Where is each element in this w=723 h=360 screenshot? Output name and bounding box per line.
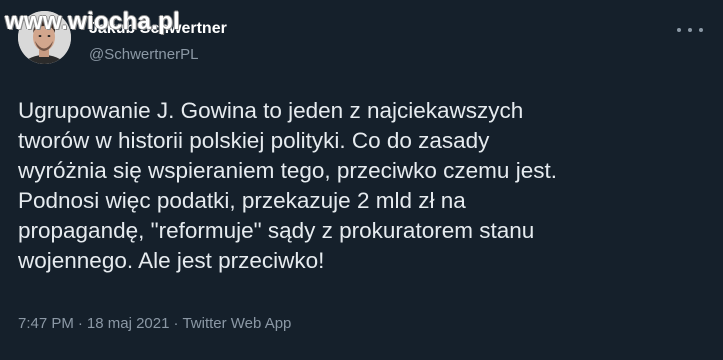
meta-separator: · — [77, 315, 83, 332]
tweet-card: www.wiocha.pl Jakub Schwertner @Schwertn… — [0, 0, 723, 360]
tweet-date[interactable]: 18 maj 2021 — [87, 315, 170, 332]
more-dot — [699, 28, 703, 32]
tweet-meta: 7:47 PM · 18 maj 2021 · Twitter Web App — [18, 315, 291, 332]
tweet-line: tworów w historii polskiej polityki. Co … — [18, 128, 490, 153]
tweet-line: Podnosi więc podatki, przekazuje 2 mld z… — [18, 188, 466, 213]
tweet-line: propagandę, "reformuje" sądy z prokurato… — [18, 218, 535, 243]
tweet-line: wyróżnia się wspieraniem tego, przeciwko… — [18, 158, 557, 183]
tweet-time[interactable]: 7:47 PM — [18, 315, 74, 332]
more-dot — [688, 28, 692, 32]
author-handle[interactable]: @SchwertnerPL — [89, 46, 198, 63]
tweet-line: Ugrupowanie J. Gowina to jeden z najciek… — [18, 98, 524, 123]
meta-separator: · — [173, 315, 179, 332]
tweet-text: Ugrupowanie J. Gowina to jeden z najciek… — [18, 96, 708, 276]
more-horizontal-icon — [677, 28, 681, 32]
watermark: www.wiocha.pl — [5, 8, 181, 35]
tweet-line: wojennego. Ale jest przeciwko! — [18, 248, 325, 273]
tweet-source-link[interactable]: Twitter Web App — [182, 315, 291, 332]
more-options-button[interactable] — [677, 20, 703, 40]
